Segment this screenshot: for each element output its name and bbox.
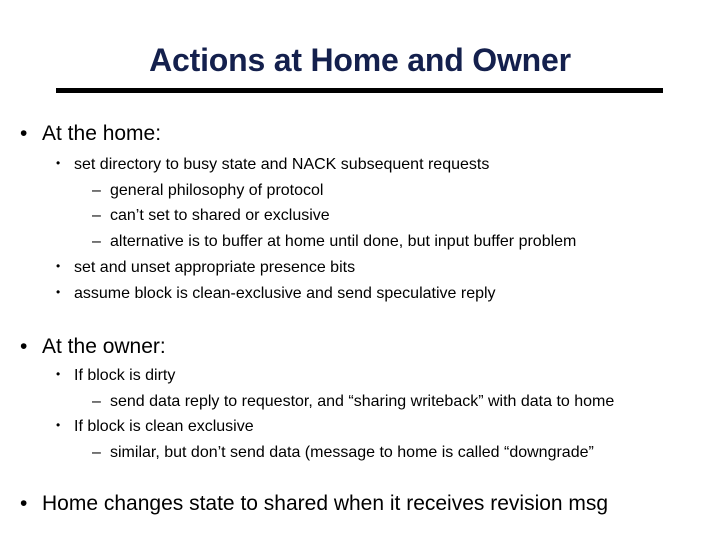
- section-heading-owner: • At the owner:: [20, 335, 166, 359]
- bullet-icon: •: [20, 122, 28, 145]
- sub-list-item-text: can’t set to shared or exclusive: [110, 207, 330, 224]
- bullet-icon: •: [56, 285, 61, 299]
- dash-icon: –: [92, 393, 101, 410]
- dash-icon: –: [92, 444, 101, 461]
- list-item-text: assume block is clean-exclusive and send…: [74, 285, 496, 302]
- bullet-icon: •: [56, 156, 61, 170]
- title-underline: [56, 88, 663, 93]
- bullet-icon: •: [56, 259, 61, 273]
- dash-icon: –: [92, 182, 101, 199]
- sub-list-item-text: alternative is to buffer at home until d…: [110, 233, 577, 250]
- list-item-text: set and unset appropriate presence bits: [74, 259, 356, 276]
- dash-icon: –: [92, 233, 101, 250]
- list-item-text: If block is dirty: [74, 367, 176, 384]
- slide-title: Actions at Home and Owner: [149, 42, 571, 78]
- bullet-icon: •: [20, 335, 28, 358]
- bullet-icon: •: [56, 367, 61, 381]
- dash-icon: –: [92, 207, 101, 224]
- section-heading-text: Home changes state to shared when it rec…: [42, 492, 609, 515]
- sub-list-item: – alternative is to buffer at home until …: [92, 233, 576, 251]
- sub-list-item-text: general philosophy of protocol: [110, 182, 324, 199]
- section-heading-home: • At the home:: [20, 122, 161, 146]
- sub-list-item: – general philosophy of protocol: [92, 182, 323, 200]
- bullet-icon: •: [56, 418, 61, 432]
- list-item: • If block is dirty: [56, 367, 175, 385]
- list-item-text: If block is clean exclusive: [74, 418, 254, 435]
- section-heading-text: At the home:: [42, 122, 162, 145]
- list-item-text: set directory to busy state and NACK sub…: [74, 156, 490, 173]
- list-item: • set and unset appropriate presence bits: [56, 259, 355, 277]
- section-heading-revision: • Home changes state to shared when it re…: [20, 492, 608, 516]
- sub-list-item-text: similar, but don’t send data (message to…: [110, 444, 594, 461]
- sub-list-item: – send data reply to requestor, and “shar…: [92, 393, 614, 411]
- list-item: • assume block is clean-exclusive and sen…: [56, 285, 496, 303]
- slide: Actions at Home and Owner • At the home: …: [0, 0, 720, 540]
- section-heading-text: At the owner:: [42, 335, 166, 358]
- sub-list-item-text: send data reply to requestor, and “shari…: [110, 393, 615, 410]
- list-item: • set directory to busy state and NACK su…: [56, 156, 489, 174]
- sub-list-item: – can’t set to shared or exclusive: [92, 207, 330, 225]
- sub-list-item: – similar, but don’t send data (message t…: [92, 444, 594, 462]
- bullet-icon: •: [20, 492, 28, 515]
- list-item: • If block is clean exclusive: [56, 418, 254, 436]
